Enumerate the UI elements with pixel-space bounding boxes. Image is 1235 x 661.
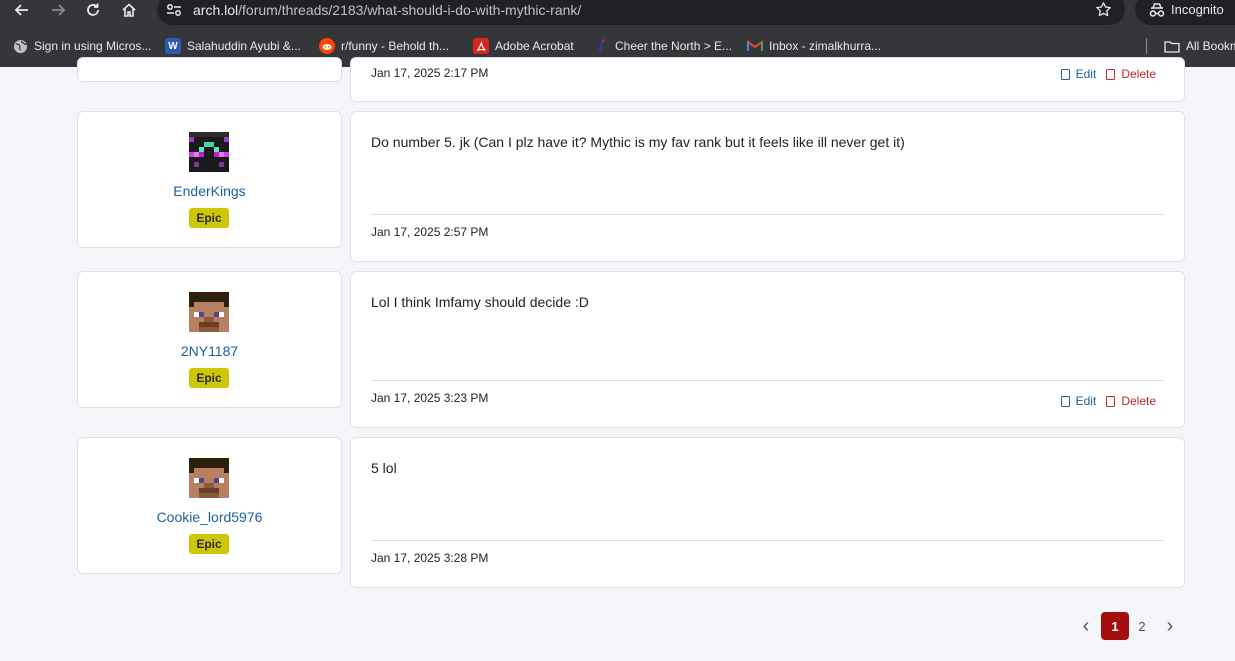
post-timestamp: Jan 17, 2025 2:17 PM <box>371 66 489 80</box>
edit-button[interactable]: Edit <box>1060 394 1097 408</box>
forward-arrow-icon <box>52 4 66 16</box>
post-timestamp: Jan 17, 2025 3:28 PM <box>371 551 489 565</box>
bookmark-item[interactable]: Adobe Acrobat <box>473 37 574 55</box>
bookmark-item[interactable]: r/funny - Behold th... <box>319 37 449 55</box>
post-actions: Edit Delete <box>1051 67 1156 81</box>
forward-button[interactable] <box>45 0 71 20</box>
bookmark-star-icon[interactable] <box>1095 1 1112 18</box>
steve-avatar[interactable] <box>189 458 229 498</box>
post-actions: Edit Delete <box>1051 394 1156 408</box>
home-button[interactable] <box>116 0 142 20</box>
site-info-icon[interactable] <box>166 3 182 17</box>
globe-icon <box>12 38 28 54</box>
edit-button[interactable]: Edit <box>1060 67 1097 81</box>
post-card: 5 lol Jan 17, 2025 3:28 PM <box>350 437 1185 588</box>
post-card: Lol I think Imfamy should decide :D Jan … <box>350 271 1185 428</box>
forum-thread-page: Jan 17, 2025 2:17 PM Edit Delete EnderKi… <box>0 57 1235 661</box>
address-bar[interactable]: arch.lol/forum/threads/2183/what-should-… <box>157 0 1125 25</box>
post-content: Do number 5. jk (Can I plz have it? Myth… <box>371 134 905 150</box>
incognito-icon <box>1149 3 1165 17</box>
rank-badge: Epic <box>189 208 229 228</box>
post-divider <box>371 214 1164 215</box>
post-card: Do number 5. jk (Can I plz have it? Myth… <box>350 111 1185 262</box>
delete-button[interactable]: Delete <box>1106 394 1156 408</box>
incognito-label: Incognito <box>1171 2 1224 17</box>
cheer-icon <box>593 38 609 54</box>
url-text[interactable]: arch.lol/forum/threads/2183/what-should-… <box>193 2 581 18</box>
user-card <box>77 57 342 82</box>
delete-label: Delete <box>1121 67 1156 81</box>
reddit-icon <box>319 38 335 54</box>
url-path: /forum/threads/2183/what-should-i-do-wit… <box>238 2 582 18</box>
bookmark-label: Sign in using Micros... <box>34 39 152 53</box>
post-content: 5 lol <box>371 460 397 476</box>
url-host: arch.lol <box>193 2 239 18</box>
edit-icon <box>1060 395 1070 407</box>
bookmarks-separator <box>1146 38 1147 54</box>
next-page-button[interactable]: › <box>1160 612 1180 640</box>
page-button-1[interactable]: 1 <box>1101 612 1129 640</box>
bookmark-item[interactable]: Inbox - zimalkhurra... <box>747 37 881 55</box>
post-content: Lol I think Imfamy should decide :D <box>371 294 589 310</box>
bookmark-label: Cheer the North > E... <box>615 39 733 53</box>
reload-button[interactable] <box>80 0 106 20</box>
rank-badge: Epic <box>189 534 229 554</box>
acrobat-icon <box>473 38 489 54</box>
post-divider <box>371 540 1164 541</box>
browser-toolbar: arch.lol/forum/threads/2183/what-should-… <box>0 0 1235 27</box>
home-icon <box>122 3 136 17</box>
back-arrow-icon <box>14 4 28 16</box>
post-timestamp: Jan 17, 2025 3:23 PM <box>371 391 489 405</box>
enderman-avatar[interactable] <box>189 132 229 172</box>
gmail-icon <box>747 38 763 54</box>
bookmark-item[interactable]: W Salahuddin Ayubi &... <box>165 37 301 55</box>
back-button[interactable] <box>9 0 35 20</box>
folder-icon <box>1164 38 1180 54</box>
user-card: EnderKings Epic <box>77 111 342 248</box>
all-bookmarks-label: All Bookm <box>1186 39 1235 53</box>
bookmark-label: r/funny - Behold th... <box>341 39 450 53</box>
username-link[interactable]: 2NY1187 <box>78 343 341 359</box>
bookmark-label: Inbox - zimalkhurra... <box>769 39 882 53</box>
edit-label: Edit <box>1075 67 1097 81</box>
rank-badge: Epic <box>189 368 229 388</box>
bookmarks-bar: Sign in using Micros... W Salahuddin Ayu… <box>0 33 1235 59</box>
edit-label: Edit <box>1075 394 1097 408</box>
delete-label: Delete <box>1121 394 1156 408</box>
bookmark-item[interactable]: Cheer the North > E... <box>593 37 732 55</box>
edit-icon <box>1060 68 1070 80</box>
user-card: Cookie_lord5976 Epic <box>77 437 342 574</box>
bookmark-label: Salahuddin Ayubi &... <box>187 39 301 53</box>
post-divider <box>371 380 1164 381</box>
bookmark-item[interactable]: Sign in using Micros... <box>12 37 151 55</box>
username-link[interactable]: Cookie_lord5976 <box>78 509 341 525</box>
page-button-2[interactable]: 2 <box>1132 612 1152 640</box>
pagination: ‹ 1 2 › <box>1072 612 1192 640</box>
all-bookmarks-button[interactable]: All Bookm <box>1164 37 1235 55</box>
post-card: Jan 17, 2025 2:17 PM Edit Delete <box>350 57 1185 102</box>
incognito-indicator[interactable]: Incognito <box>1135 0 1235 25</box>
trash-icon <box>1106 395 1116 407</box>
delete-button[interactable]: Delete <box>1106 67 1156 81</box>
trash-icon <box>1106 68 1116 80</box>
reload-icon <box>87 3 99 16</box>
username-link[interactable]: EnderKings <box>78 183 341 199</box>
prev-page-button[interactable]: ‹ <box>1076 612 1096 640</box>
post-timestamp: Jan 17, 2025 2:57 PM <box>371 225 489 239</box>
bookmark-label: Adobe Acrobat <box>495 39 574 53</box>
word-icon: W <box>165 38 181 54</box>
steve-avatar[interactable] <box>189 292 229 332</box>
user-card: 2NY1187 Epic <box>77 271 342 408</box>
